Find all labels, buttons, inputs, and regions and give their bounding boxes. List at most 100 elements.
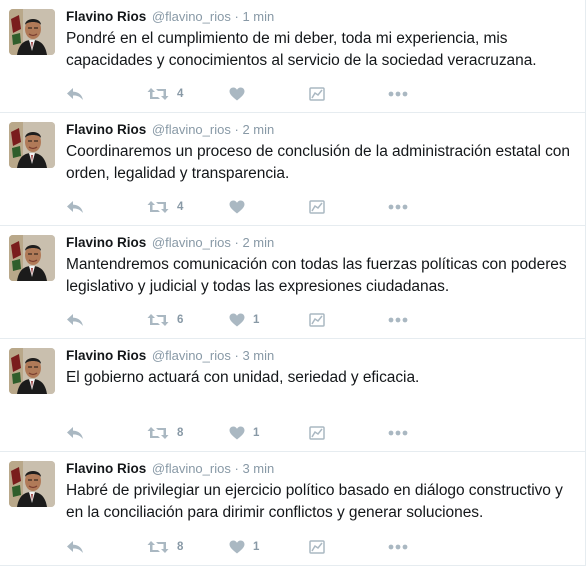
tweet-actions: 4 (66, 198, 575, 216)
retweet-icon (147, 540, 169, 554)
tweet-text: Mantendremos comunicación con todas las … (66, 256, 567, 295)
avatar[interactable] (9, 348, 55, 394)
analytics-button[interactable] (309, 540, 325, 554)
like-button[interactable]: 1 (229, 313, 259, 327)
tweet-text: El gobierno actuará con unidad, seriedad… (66, 369, 420, 386)
like-button[interactable] (229, 87, 253, 101)
timestamp[interactable]: 3 min (242, 348, 274, 363)
tweet-timeline: Flavino Rios @flavino_rios · 1 min Pondr… (0, 0, 586, 566)
tweet-header: Flavino Rios @flavino_rios · 1 min (66, 8, 575, 26)
heart-icon (229, 313, 245, 327)
avatar[interactable] (9, 461, 55, 507)
tweet[interactable]: Flavino Rios @flavino_rios · 2 min Coord… (0, 113, 585, 226)
reply-icon (66, 200, 84, 214)
retweet-count: 6 (177, 314, 184, 326)
author-handle[interactable]: @flavino_rios (152, 461, 231, 476)
heart-icon (229, 426, 245, 440)
tweet-header: Flavino Rios @flavino_rios · 2 min (66, 234, 575, 252)
tweet[interactable]: Flavino Rios @flavino_rios · 3 min El go… (0, 339, 585, 452)
reply-button[interactable] (66, 87, 84, 101)
author-name[interactable]: Flavino Rios (66, 235, 146, 250)
analytics-button[interactable] (309, 313, 325, 327)
reply-icon (66, 426, 84, 440)
analytics-icon (309, 540, 325, 554)
like-count: 1 (253, 314, 260, 326)
tweet-header: Flavino Rios @flavino_rios · 2 min (66, 121, 575, 139)
more-button[interactable] (388, 430, 408, 436)
retweet-count: 4 (177, 88, 184, 100)
analytics-icon (309, 87, 325, 101)
retweet-count: 4 (177, 201, 184, 213)
avatar[interactable] (9, 122, 55, 168)
author-name[interactable]: Flavino Rios (66, 122, 146, 137)
separator: · (234, 9, 239, 24)
retweet-count: 8 (177, 541, 184, 553)
more-button[interactable] (388, 204, 408, 210)
timestamp[interactable]: 3 min (242, 461, 274, 476)
retweet-icon (147, 426, 169, 440)
heart-icon (229, 87, 245, 101)
tweet-header: Flavino Rios @flavino_rios · 3 min (66, 347, 575, 365)
avatar[interactable] (9, 235, 55, 281)
retweet-icon (147, 87, 169, 101)
author-name[interactable]: Flavino Rios (66, 9, 146, 24)
heart-icon (229, 200, 245, 214)
more-dots-icon (388, 430, 408, 436)
author-name[interactable]: Flavino Rios (66, 461, 146, 476)
retweet-button[interactable]: 4 (147, 87, 183, 101)
more-dots-icon (388, 544, 408, 550)
retweet-button[interactable]: 8 (147, 426, 183, 440)
author-handle[interactable]: @flavino_rios (152, 235, 231, 250)
reply-icon (66, 540, 84, 554)
separator: · (234, 122, 239, 137)
author-handle[interactable]: @flavino_rios (152, 9, 231, 24)
reply-icon (66, 87, 84, 101)
more-button[interactable] (388, 544, 408, 550)
more-button[interactable] (388, 91, 408, 97)
author-handle[interactable]: @flavino_rios (152, 122, 231, 137)
like-count: 1 (253, 427, 260, 439)
analytics-icon (309, 313, 325, 327)
more-button[interactable] (388, 317, 408, 323)
like-button[interactable] (229, 200, 253, 214)
analytics-icon (309, 200, 325, 214)
separator: · (234, 235, 239, 250)
tweet[interactable]: Flavino Rios @flavino_rios · 1 min Pondr… (0, 0, 585, 113)
tweet-header: Flavino Rios @flavino_rios · 3 min (66, 460, 575, 478)
separator: · (234, 461, 239, 476)
retweet-button[interactable]: 6 (147, 313, 183, 327)
more-dots-icon (388, 91, 408, 97)
reply-button[interactable] (66, 313, 84, 327)
reply-button[interactable] (66, 540, 84, 554)
author-name[interactable]: Flavino Rios (66, 348, 146, 363)
heart-icon (229, 540, 245, 554)
reply-icon (66, 313, 84, 327)
timestamp[interactable]: 2 min (242, 122, 274, 137)
reply-button[interactable] (66, 426, 84, 440)
more-dots-icon (388, 317, 408, 323)
tweet[interactable]: Flavino Rios @flavino_rios · 3 min Habré… (0, 452, 585, 566)
tweet-actions: 4 (66, 85, 575, 103)
timestamp[interactable]: 1 min (242, 9, 274, 24)
tweet-text: Coordinaremos un proceso de conclusión d… (66, 143, 570, 182)
analytics-icon (309, 426, 325, 440)
separator: · (234, 348, 239, 363)
tweet[interactable]: Flavino Rios @flavino_rios · 2 min Mante… (0, 226, 585, 339)
tweet-actions: 6 1 (66, 311, 575, 329)
retweet-button[interactable]: 4 (147, 200, 183, 214)
tweet-actions: 8 1 (66, 424, 575, 442)
retweet-icon (147, 200, 169, 214)
tweet-text: Habré de privilegiar un ejercicio políti… (66, 482, 563, 521)
analytics-button[interactable] (309, 426, 325, 440)
reply-button[interactable] (66, 200, 84, 214)
retweet-button[interactable]: 8 (147, 540, 183, 554)
more-dots-icon (388, 204, 408, 210)
analytics-button[interactable] (309, 87, 325, 101)
avatar[interactable] (9, 9, 55, 55)
retweet-icon (147, 313, 169, 327)
analytics-button[interactable] (309, 200, 325, 214)
timestamp[interactable]: 2 min (242, 235, 274, 250)
like-button[interactable]: 1 (229, 426, 259, 440)
like-button[interactable]: 1 (229, 540, 259, 554)
author-handle[interactable]: @flavino_rios (152, 348, 231, 363)
